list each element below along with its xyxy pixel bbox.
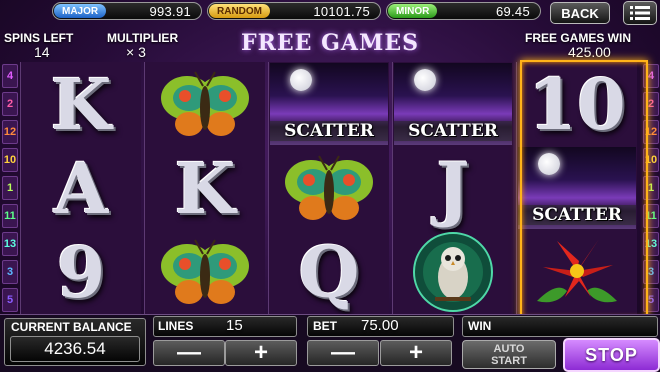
symbol-text: J [436,146,470,230]
balance-value: 4236.54 [10,336,140,362]
moon-icon [290,69,312,91]
payline-number: 2 [2,92,18,116]
major-jackpot-amount: 993.91 [149,3,191,19]
back-button[interactable]: BACK [550,2,610,24]
lines-increase-button[interactable]: + [225,339,297,366]
letter-symbol: Q [269,230,389,314]
stop-button[interactable]: STOP [563,338,660,372]
win-box [462,316,658,337]
symbol-text: A [53,146,109,230]
symbol-text: Q [298,230,360,314]
free-games-win-value: 425.00 [568,44,611,60]
scatter-symbol: SCATTER [393,62,513,146]
auto-start-label-line2: START [491,354,527,367]
letter-symbol: A [21,146,141,230]
payline-numbers-left: 4 2 12 10 1 11 13 3 5 [2,64,18,316]
scatter-symbol: SCATTER [269,62,389,146]
random-jackpot: RANDOM 10101.75 [207,2,381,20]
minor-jackpot-label: MINOR [388,4,438,18]
major-jackpot-label: MAJOR [54,4,107,18]
balance-label: CURRENT BALANCE [11,320,132,334]
letter-symbol: K [145,146,265,230]
random-jackpot-label: RANDOM [209,4,270,18]
symbol-text: K [50,62,112,146]
hamburger-menu-icon [630,6,650,20]
reel-2: K [144,62,265,314]
lines-value: 15 [226,317,243,334]
lines-decrease-button[interactable]: — [153,339,225,366]
symbol-text: K [174,146,236,230]
moth-symbol [269,146,389,230]
owl-symbol [393,230,513,314]
win-label: WIN [468,319,492,333]
reel-1: KA9 [20,62,141,314]
payline-number: 13 [2,232,18,256]
game-screen: MAJOR 993.91 RANDOM 10101.75 MINOR 69.45… [0,0,660,372]
scatter-label: SCATTER [394,121,512,141]
moon-icon [414,69,436,91]
auto-start-label-line1: AUTO [493,342,525,355]
payline-number: 1 [2,176,18,200]
payline-number: 10 [2,148,18,172]
menu-button[interactable] [623,1,657,25]
letter-symbol: J [393,146,513,230]
free-games-win-label: FREE GAMES WIN [525,31,632,45]
payline-number: 5 [2,288,18,312]
minor-jackpot: MINOR 69.45 [386,2,541,20]
lines-label: LINES [158,319,194,333]
major-jackpot: MAJOR 993.91 [52,2,202,20]
scatter-label: SCATTER [270,121,388,141]
bet-decrease-button[interactable]: — [307,339,379,366]
bet-value: 75.00 [361,317,399,334]
random-jackpot-amount: 10101.75 [313,3,370,19]
payline-number: 3 [2,260,18,284]
scatter-night-sky: SCATTER [394,63,512,145]
reel-4: SCATTER J [392,62,513,314]
reel-3: SCATTER Q [268,62,389,314]
auto-start-button[interactable]: AUTO START [462,340,556,369]
reel-grid: 10 SCATTER SCATTER J SCATTER Q K K A 9 [20,60,648,320]
minor-jackpot-amount: 69.45 [495,3,530,19]
letter-symbol: K [21,62,141,146]
scatter-night-sky: SCATTER [270,63,388,145]
bet-label: BET [313,319,337,333]
bet-increase-button[interactable]: + [380,339,452,366]
payline-number: 4 [2,64,18,88]
moth-symbol [145,62,265,146]
payline-number: 12 [2,120,18,144]
moth-symbol [145,230,265,314]
payline-number: 11 [2,204,18,228]
letter-symbol: 9 [21,230,141,314]
symbol-text: 9 [56,230,106,314]
winning-reel-highlight [520,60,648,320]
